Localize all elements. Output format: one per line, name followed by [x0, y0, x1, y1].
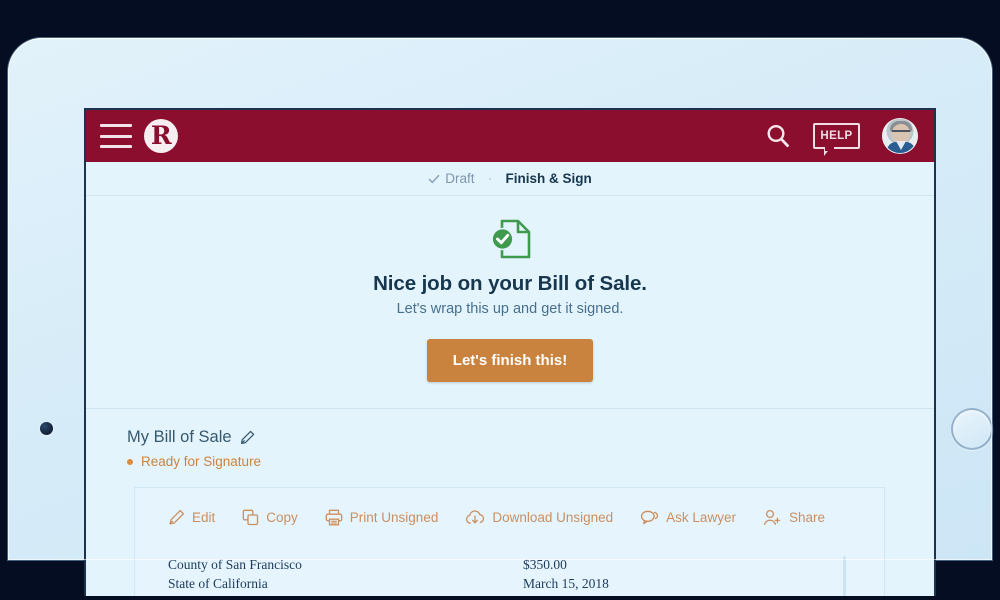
triangle-right-icon: [488, 177, 492, 180]
ask-lawyer-button[interactable]: Ask Lawyer: [640, 509, 736, 526]
document-section: My Bill of Sale Ready for Signature Edit…: [86, 409, 934, 596]
document-preview-left-column: County of San Francisco State of Califor…: [168, 555, 523, 593]
hero-title: Nice job on your Bill of Sale.: [373, 272, 647, 295]
status-badge: Ready for Signature: [127, 454, 934, 469]
home-button[interactable]: [951, 408, 993, 450]
rocket-lawyer-logo[interactable]: R: [144, 119, 178, 153]
document-check-icon: [491, 219, 531, 259]
pencil-edit-icon[interactable]: [240, 430, 255, 445]
document-preview-line: County of San Francisco: [168, 557, 302, 572]
header-actions: HELP: [765, 118, 918, 156]
breadcrumb: Draft Finish & Sign: [86, 162, 934, 196]
printer-icon: [325, 509, 343, 526]
document-preview-line: State of California: [168, 576, 268, 591]
share-button-label: Share: [788, 510, 825, 525]
status-dot-icon: [127, 458, 133, 465]
hamburger-line: [100, 134, 132, 138]
edit-button-label: Edit: [192, 510, 216, 525]
download-unsigned-button-label: Download Unsigned: [492, 510, 614, 525]
print-unsigned-button-label: Print Unsigned: [349, 510, 439, 525]
check-icon: [428, 174, 440, 183]
document-preview-card: Edit Copy Print Unsigned Download Unsign…: [134, 487, 885, 596]
search-icon[interactable]: [765, 123, 791, 149]
breadcrumb-step-finish-sign[interactable]: Finish & Sign: [506, 171, 592, 186]
breadcrumb-step-draft[interactable]: Draft: [428, 171, 475, 186]
person-add-icon: [763, 509, 781, 525]
status-badge-label: Ready for Signature: [141, 454, 262, 469]
help-label: HELP: [820, 130, 853, 142]
hamburger-menu-icon[interactable]: [100, 124, 132, 148]
pencil-icon: [169, 509, 185, 525]
lets-finish-this-button[interactable]: Let's finish this!: [426, 339, 594, 382]
copy-button-label: Copy: [266, 510, 298, 525]
print-unsigned-button[interactable]: Print Unsigned: [325, 509, 439, 526]
copy-button[interactable]: Copy: [242, 509, 298, 526]
ask-lawyer-button-label: Ask Lawyer: [666, 510, 736, 525]
document-preview-line: March 15, 2018: [523, 576, 609, 591]
breadcrumb-step-draft-label: Draft: [445, 171, 475, 186]
cloud-download-icon: [466, 509, 485, 524]
hamburger-line: [100, 124, 132, 127]
document-preview-right-column: $350.00 March 15, 2018: [523, 555, 609, 593]
document-preview-line: $350.00: [523, 557, 567, 572]
help-speech-bubble-icon[interactable]: HELP: [813, 123, 860, 156]
app-header: R HELP: [86, 110, 934, 162]
share-button[interactable]: Share: [763, 509, 825, 526]
avatar-glasses: [892, 130, 910, 135]
document-toolbar: Edit Copy Print Unsigned Download Unsign…: [135, 488, 884, 526]
document-title-row: My Bill of Sale: [127, 428, 934, 447]
vertical-scrollbar[interactable]: [843, 556, 846, 596]
download-unsigned-button[interactable]: Download Unsigned: [465, 509, 614, 526]
copy-icon: [242, 509, 259, 526]
edit-button[interactable]: Edit: [168, 509, 215, 526]
chat-bubbles-icon: [641, 510, 659, 525]
tablet-screen: R HELP Draft Finish & Sign Nice job on y…: [84, 108, 936, 596]
document-preview-body: County of San Francisco State of Califor…: [135, 555, 884, 593]
hamburger-line: [100, 145, 132, 148]
camera-dot-icon: [40, 422, 53, 435]
document-title: My Bill of Sale: [127, 428, 232, 446]
hero-subtitle: Let's wrap this up and get it signed.: [396, 301, 624, 317]
tablet-device-frame: R HELP Draft Finish & Sign Nice job on y…: [8, 38, 993, 596]
hero-section: Nice job on your Bill of Sale. Let's wra…: [86, 196, 934, 409]
user-avatar[interactable]: [882, 118, 918, 154]
